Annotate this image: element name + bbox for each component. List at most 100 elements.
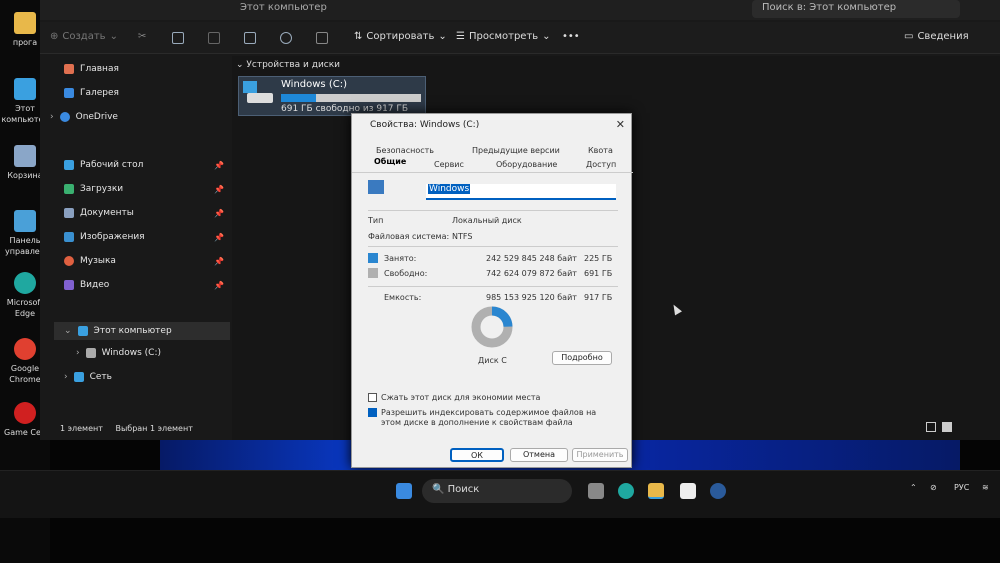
- pin-icon[interactable]: 📌: [214, 185, 224, 194]
- game-center-icon: [14, 402, 36, 424]
- tile-view-icon[interactable]: [942, 422, 952, 432]
- free-label: Свободно:: [384, 269, 428, 278]
- tab-general[interactable]: Общие: [374, 157, 406, 166]
- chevron-right-icon: ›: [76, 348, 80, 358]
- download-icon: [64, 184, 74, 194]
- command-bar: ⊕ Создать ⌄ ✂ ⇅ Сортировать ⌄ ☰ Просмотреть ⌄ …: [40, 22, 1000, 54]
- chevron-right-icon: ›: [50, 112, 54, 122]
- ok-button[interactable]: ОК: [450, 448, 504, 462]
- taskbar-search[interactable]: 🔍 Поиск: [422, 479, 572, 503]
- notification-off-icon[interactable]: ⊘: [930, 483, 937, 492]
- title-bar: Этот компьютер Поиск в: Этот компьютер: [40, 0, 1000, 20]
- cloud-icon: [59, 112, 70, 122]
- chevron-down-icon: ⌄: [236, 60, 247, 70]
- share-icon[interactable]: [280, 32, 292, 44]
- more-options-button[interactable]: •••: [562, 31, 580, 42]
- paste-icon[interactable]: [208, 32, 220, 44]
- sidebar-item-onedrive[interactable]: › OneDrive: [50, 112, 224, 122]
- desktop-icon-label: Панель управлен: [5, 236, 45, 256]
- store-icon[interactable]: [680, 483, 696, 499]
- tab-hardware[interactable]: Оборудование: [496, 160, 557, 169]
- gallery-icon: [64, 88, 74, 98]
- sidebar-item-network[interactable]: › Сеть: [64, 372, 224, 382]
- sidebar-item-documents[interactable]: Документы 📌: [64, 208, 224, 218]
- sidebar-item-pictures[interactable]: Изображения 📌: [64, 232, 224, 242]
- create-button[interactable]: ⊕ Создать ⌄: [50, 31, 118, 42]
- drive-icon: [247, 93, 273, 103]
- divider: [368, 286, 618, 287]
- drive-name: Windows (C:): [281, 79, 347, 90]
- selection-count: Выбран 1 элемент: [115, 424, 193, 433]
- sidebar-item-this-pc[interactable]: ⌄ Этот компьютер: [54, 322, 230, 340]
- pin-icon[interactable]: 📌: [214, 233, 224, 242]
- chevron-up-icon[interactable]: ⌃: [910, 483, 917, 492]
- details-pane-button[interactable]: ▭ Сведения: [904, 31, 969, 42]
- home-icon: [64, 64, 74, 74]
- desktop-icon-label: Корзина: [7, 171, 43, 180]
- drive-icon: [368, 180, 384, 194]
- pin-icon[interactable]: 📌: [214, 281, 224, 290]
- recycle-bin-icon: [14, 145, 36, 167]
- type-label: Тип: [368, 216, 384, 225]
- item-count: 1 элемент: [60, 424, 103, 433]
- chevron-down-icon: ⌄: [64, 326, 72, 336]
- desktop-icon: [64, 160, 74, 170]
- tab-tools[interactable]: Сервис: [434, 160, 464, 169]
- cancel-button[interactable]: Отмена: [510, 448, 568, 462]
- file-explorer-icon[interactable]: [648, 483, 664, 499]
- copy-icon[interactable]: [172, 32, 184, 44]
- properties-dialog: Свойства: Windows (C:) ✕ Безопасность Пр…: [351, 113, 633, 468]
- section-header[interactable]: ⌄ Устройства и диски: [236, 60, 340, 70]
- window-title: Этот компьютер: [240, 2, 327, 13]
- desktop-icon-label: Google Chrome: [9, 364, 41, 384]
- pin-icon[interactable]: 📌: [214, 257, 224, 266]
- sort-button[interactable]: ⇅ Сортировать ⌄: [354, 31, 447, 42]
- tab-security[interactable]: Безопасность: [376, 146, 434, 155]
- drive-tile-windows-c[interactable]: Windows (C:) 691 ГБ свободно из 917 ГБ: [238, 76, 426, 116]
- apply-button[interactable]: Применить: [572, 448, 628, 462]
- filesystem-value: NTFS: [452, 232, 473, 241]
- drive-name-input[interactable]: Windows: [426, 184, 616, 200]
- pin-icon[interactable]: 📌: [214, 161, 224, 170]
- details-button[interactable]: Подробно: [552, 351, 612, 365]
- start-windows-icon[interactable]: [396, 483, 412, 499]
- tab-previous-versions[interactable]: Предыдущие версии: [472, 146, 560, 155]
- view-button[interactable]: ☰ Просмотреть ⌄: [456, 31, 551, 42]
- divider: [368, 210, 618, 211]
- pin-icon[interactable]: 📌: [214, 209, 224, 218]
- video-icon: [64, 280, 74, 290]
- close-icon[interactable]: ✕: [616, 118, 625, 131]
- rename-icon[interactable]: [244, 32, 256, 44]
- wifi-icon[interactable]: ≋: [982, 483, 989, 492]
- sidebar-item-gallery[interactable]: Галерея: [64, 88, 224, 98]
- task-view-icon[interactable]: [588, 483, 604, 499]
- checkbox-box-checked[interactable]: [368, 408, 377, 417]
- tab-quota[interactable]: Квота: [588, 146, 613, 155]
- compress-checkbox[interactable]: Сжать этот диск для экономии места: [368, 393, 618, 402]
- delete-icon[interactable]: [316, 32, 328, 44]
- chevron-down-icon: ⌄: [438, 31, 447, 42]
- sidebar-item-music[interactable]: Музыка 📌: [64, 256, 224, 266]
- language-indicator[interactable]: РУС: [954, 483, 969, 492]
- used-label: Занято:: [384, 254, 417, 263]
- chevron-right-icon: ›: [64, 372, 68, 382]
- sidebar-item-home[interactable]: Главная: [64, 64, 224, 74]
- search-input[interactable]: Поиск в: Этот компьютер: [752, 0, 960, 18]
- sidebar-item-videos[interactable]: Видео 📌: [64, 280, 224, 290]
- steam-icon[interactable]: [710, 483, 726, 499]
- sidebar-item-desktop[interactable]: Рабочий стол 📌: [64, 160, 224, 170]
- chrome-icon: [14, 338, 36, 360]
- checkbox-box[interactable]: [368, 393, 377, 402]
- cut-icon[interactable]: ✂: [138, 31, 146, 42]
- edge-icon[interactable]: [618, 483, 634, 499]
- capacity-bytes: 985 153 925 120 байт: [486, 293, 577, 302]
- tab-sharing[interactable]: Доступ: [586, 160, 616, 169]
- free-color-swatch: [368, 268, 378, 278]
- divider: [368, 246, 618, 247]
- details-icon: ▭: [904, 31, 914, 42]
- list-view-icon[interactable]: [926, 422, 936, 432]
- sidebar-item-downloads[interactable]: Загрузки 📌: [64, 184, 224, 194]
- taskbar: 🔍 Поиск ⌃ ⊘ РУС ≋: [0, 470, 1000, 518]
- sidebar-item-windows-c[interactable]: › Windows (C:): [76, 348, 216, 358]
- index-checkbox[interactable]: Разрешить индексировать содержимое файло…: [368, 408, 618, 428]
